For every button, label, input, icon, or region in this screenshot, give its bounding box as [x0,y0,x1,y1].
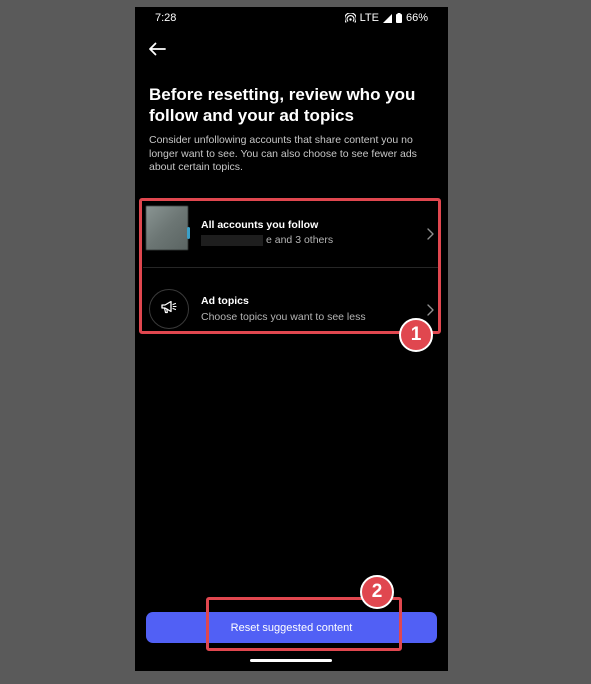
ad-topics-subtitle: Choose topics you want to see less [201,311,366,323]
annotation-badge-2: 2 [360,575,394,609]
redacted-username [201,234,263,246]
avatar-story-ring [187,227,190,239]
battery-icon [395,13,402,23]
back-arrow-icon [148,42,166,61]
ad-icon-container [149,289,189,329]
list-divider [143,267,440,268]
all-accounts-subtitle-text: e and 3 others [266,234,334,246]
home-indicator[interactable] [250,659,332,662]
page-title: Before resetting, review who you follow … [149,85,416,125]
reset-suggested-content-button[interactable]: Reset suggested content [146,612,437,643]
battery-percent: 66% [405,12,428,24]
status-bar: 7:28 LTE 66% [135,7,448,29]
all-accounts-item[interactable]: All accounts you follow e and 3 others [143,203,440,265]
hotspot-icon [344,13,356,23]
network-label: LTE [359,12,379,24]
back-button[interactable] [145,39,169,63]
avatar [146,206,188,250]
chevron-right-icon [424,227,436,241]
all-accounts-subtitle: e and 3 others [201,234,333,246]
all-accounts-title: All accounts you follow [201,219,319,231]
ad-topics-title: Ad topics [201,295,249,307]
megaphone-icon [160,299,178,320]
status-time: 7:28 [155,12,177,24]
annotation-badge-1: 1 [399,318,433,352]
status-icons: LTE 66% [344,12,428,24]
ad-topics-item[interactable]: Ad topics Choose topics you want to see … [143,279,440,341]
signal-icon [382,13,392,23]
chevron-right-icon [424,303,436,317]
page-description: Consider unfollowing accounts that share… [149,134,417,173]
